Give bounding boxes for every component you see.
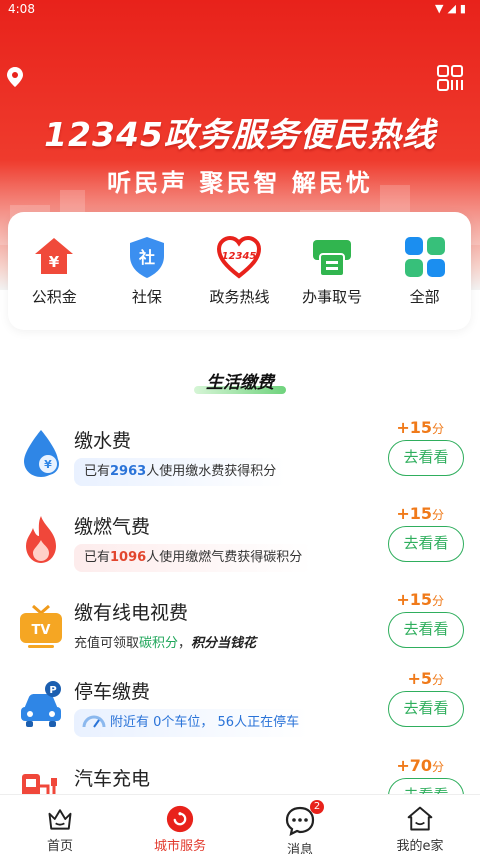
tip-count: 1096 xyxy=(110,550,147,565)
points-value: +70 xyxy=(396,756,432,775)
payment-name: 停车缴费 xyxy=(74,681,151,703)
points-badge: +15分 xyxy=(396,504,444,523)
quick-item-label: 公积金 xyxy=(31,288,77,306)
quick-item-social-security[interactable]: 社 社保 xyxy=(101,212,194,330)
go-see-button[interactable]: 去看看 xyxy=(388,440,464,476)
car-parking-icon: P xyxy=(21,681,61,727)
go-see-button[interactable]: 去看看 xyxy=(388,691,464,727)
quick-item-label: 政务热线 xyxy=(209,288,270,306)
social-security-icon: 社 xyxy=(129,237,164,278)
tab-city-service[interactable]: 城市服务 xyxy=(120,795,240,854)
quick-item-label: 全部 xyxy=(409,288,440,306)
tab-home[interactable]: 首页 xyxy=(0,795,120,854)
payment-tip: 充值可领取碳积分，积分当钱花 xyxy=(74,630,266,658)
housing-fund-icon: ¥ xyxy=(35,238,74,274)
grid-all-icon xyxy=(404,237,445,277)
points-badge: +5分 xyxy=(407,669,444,688)
payment-name: 缴有线电视费 xyxy=(74,602,189,624)
bottom-tab-bar: 首页 城市服务 2 消息 我的e家 xyxy=(0,794,480,854)
tip-slogan: 积分当钱花 xyxy=(191,636,257,651)
unread-badge: 2 xyxy=(310,800,324,814)
points-badge: +15分 xyxy=(396,590,444,609)
svg-text:¥: ¥ xyxy=(44,458,52,471)
tab-label: 我的e家 xyxy=(396,839,444,854)
tab-label: 城市服务 xyxy=(153,839,206,854)
points-unit: 分 xyxy=(431,508,444,522)
svg-text:P: P xyxy=(49,685,56,696)
flame-icon xyxy=(26,516,56,563)
gauge-icon xyxy=(82,715,106,728)
tab-my-home[interactable]: 我的e家 xyxy=(360,795,480,854)
scan-icon[interactable] xyxy=(436,64,464,92)
points-unit: 分 xyxy=(431,422,444,436)
points-unit: 分 xyxy=(431,594,444,608)
svg-text:TV: TV xyxy=(32,623,51,638)
tab-messages[interactable]: 2 消息 xyxy=(240,795,360,854)
payment-row-gas[interactable]: 缴燃气费 已有1096人使用缴燃气费获得碳积分 +15分 去看看 xyxy=(0,504,480,596)
quick-services-card: ¥ 公积金 社 社保 12345 政务热线 办事取号 全部 xyxy=(8,212,471,330)
quick-item-take-number[interactable]: 办事取号 xyxy=(286,212,379,330)
banner-title: 12345政务服务便民热线 xyxy=(44,115,436,154)
tip-text: 人使用缴燃气费获得碳积分 xyxy=(146,550,303,565)
go-see-button[interactable]: 去看看 xyxy=(388,612,464,648)
svg-text:社: 社 xyxy=(138,248,155,267)
quick-item-all[interactable]: 全部 xyxy=(378,212,471,330)
quick-item-label: 社保 xyxy=(131,288,162,306)
tip-text: 已有 xyxy=(84,464,111,479)
points-unit: 分 xyxy=(431,673,444,687)
points-badge: +70分 xyxy=(396,756,444,775)
payment-row-water[interactable]: ¥ 缴水费 已有2963人使用缴水费获得积分 +15分 去看看 xyxy=(0,418,480,510)
home-crown-icon xyxy=(48,809,72,830)
points-value: +15 xyxy=(396,504,432,523)
payment-tip: 已有1096人使用缴燃气费获得碳积分 xyxy=(74,544,313,572)
quick-item-hotline[interactable]: 12345 政务热线 xyxy=(193,212,286,330)
quick-item-housing-fund[interactable]: ¥ 公积金 xyxy=(8,212,101,330)
points-value: +5 xyxy=(407,669,432,688)
payment-name: 汽车充电 xyxy=(74,768,151,790)
points-value: +15 xyxy=(396,418,432,437)
tab-label: 首页 xyxy=(46,839,73,854)
svg-text:12345: 12345 xyxy=(222,251,257,262)
status-icons: ▼◢▮ xyxy=(435,2,470,15)
tip-text: 已有 xyxy=(84,550,111,565)
payment-row-parking[interactable]: P 停车缴费 附近有 0个车位， 56人正在停车 +5分 去看看 xyxy=(0,669,480,761)
city-service-icon xyxy=(166,805,194,833)
tip-count: 2963 xyxy=(110,464,147,479)
tv-icon: TV xyxy=(20,604,62,648)
tip-highlight: 碳积分 xyxy=(139,636,179,651)
status-time: 4:08 xyxy=(8,2,35,16)
tip-text: 人使用缴水费获得积分 xyxy=(146,464,277,479)
tip-text: 充值可领取 xyxy=(74,636,140,651)
payment-name: 缴水费 xyxy=(74,430,132,452)
go-see-button[interactable]: 去看看 xyxy=(388,526,464,562)
my-home-icon xyxy=(407,806,433,831)
section-title-text: 生活缴费 xyxy=(206,373,274,393)
location-icon[interactable] xyxy=(6,66,24,88)
payment-name: 缴燃气费 xyxy=(74,516,151,538)
quick-item-label: 办事取号 xyxy=(302,288,363,306)
payment-tip: 已有2963人使用缴水费获得积分 xyxy=(74,458,287,486)
ticket-machine-icon xyxy=(313,240,352,277)
status-bar: 4:08 ▼◢▮ xyxy=(0,0,480,20)
hotline-heart-icon: 12345 xyxy=(217,235,262,279)
tab-label: 消息 xyxy=(286,843,313,854)
water-drop-icon: ¥ xyxy=(24,430,59,477)
points-unit: 分 xyxy=(431,760,444,774)
points-badge: +15分 xyxy=(396,418,444,437)
banner-subtitle: 听民声 聚民智 解民忧 xyxy=(107,169,373,197)
svg-text:¥: ¥ xyxy=(49,253,60,271)
points-value: +15 xyxy=(396,590,432,609)
payment-tip: 附近有 0个车位， 56人正在停车 xyxy=(74,709,310,737)
tip-text: ， xyxy=(178,636,192,651)
section-title: 生活缴费 xyxy=(0,368,480,394)
tip-text: 附近有 0个车位， 56人正在停车 xyxy=(110,715,300,730)
